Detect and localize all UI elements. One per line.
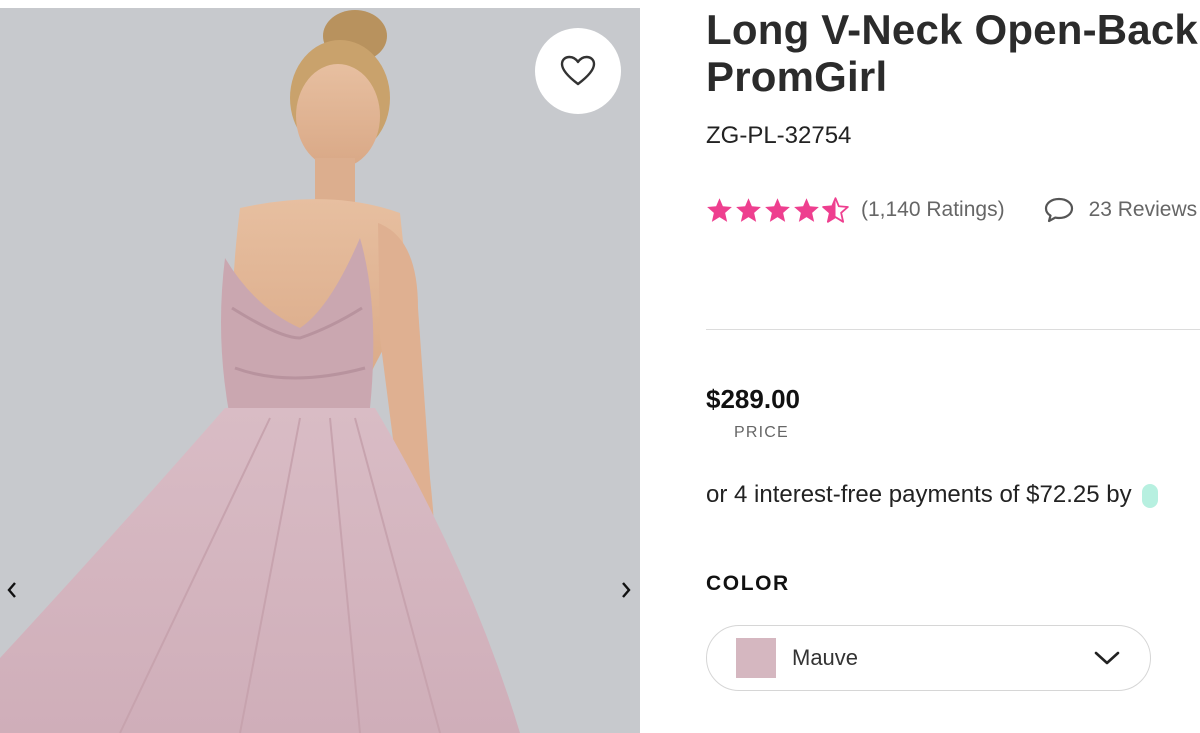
installment-payments: or 4 interest-free payments of $72.25 by [706, 481, 1159, 509]
speech-bubble-icon [1044, 197, 1073, 223]
reviews-count: 23 Reviews [1088, 198, 1198, 221]
selected-color: Mauve [792, 645, 859, 670]
payment-provider-logo[interactable] [1142, 483, 1159, 508]
product-title: Long V-Neck Open-Back PromGirl [706, 6, 1200, 100]
star-half-icon [822, 197, 849, 223]
price-label: PRICE [734, 424, 789, 441]
ratings-count[interactable]: (1,140 Ratings) [861, 198, 1005, 222]
product-title-line1: Long V-Neck Open-Back [706, 6, 1198, 53]
star-full-icon [707, 198, 732, 222]
rating-row: (1,140 Ratings) 23 Reviews [706, 194, 1200, 226]
section-divider [706, 329, 1200, 330]
reviews-link[interactable]: 23 Reviews [1043, 196, 1198, 224]
color-dropdown[interactable]: Mauve [706, 625, 1151, 691]
product-sku: ZG-PL-32754 [706, 122, 852, 149]
star-full-icon [765, 198, 790, 222]
product-photo[interactable] [0, 8, 640, 733]
chevron-right-icon [622, 582, 631, 598]
color-heading: COLOR [706, 572, 790, 595]
star-full-icon [736, 198, 761, 222]
product-title-line2: PromGirl [706, 53, 888, 100]
chevron-down-icon [1094, 650, 1120, 666]
next-image-button[interactable] [614, 575, 638, 605]
product-price: $289.00 [706, 384, 800, 414]
heart-outline-icon [560, 55, 596, 86]
previous-image-button[interactable] [0, 575, 24, 605]
product-image-gallery [0, 8, 640, 733]
star-rating[interactable] [706, 197, 849, 223]
favorite-button[interactable] [535, 28, 621, 114]
color-swatch [736, 638, 776, 678]
installment-text: or 4 interest-free payments of $72.25 by [706, 481, 1132, 508]
chevron-left-icon [7, 582, 16, 598]
star-full-icon [794, 198, 819, 222]
product-details: Long V-Neck Open-Back PromGirl ZG-PL-327… [706, 0, 1200, 733]
